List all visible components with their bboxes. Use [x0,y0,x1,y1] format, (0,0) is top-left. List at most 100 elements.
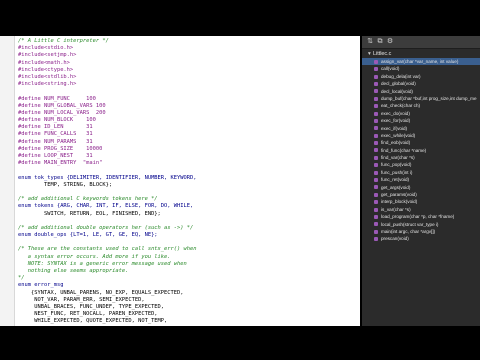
code-line[interactable]: NEST_FUNC, RET_NOCALL, PAREN_EXPECTED, [18,311,358,318]
function-icon [374,163,378,168]
function-label: func_ret(void) [381,177,410,183]
function-list-item[interactable]: is_var(char *s) [362,206,480,213]
function-list-item[interactable]: find_var(char *s) [362,154,480,161]
code-line[interactable]: #include<setjmp.h> [18,52,358,59]
code-line[interactable]: {SYNTAX, UNBAL_PARENS, NO_EXP, EQUALS_EX… [18,290,358,297]
code-line[interactable]: NOTE: SYNTAX is a generic error message … [18,261,358,268]
code-line[interactable] [18,189,358,196]
code-line[interactable]: #include<stdlib.h> [18,74,358,81]
function-label: exec_if(void) [381,125,408,131]
function-list-item[interactable]: interp_block(void) [362,198,480,205]
code-line[interactable] [18,218,358,225]
function-list-item[interactable]: get_params(void) [362,191,480,198]
function-label: exec_while(void) [381,132,416,138]
function-label: get_args(void) [381,184,411,190]
function-list-item[interactable]: exec_if(void) [362,125,480,132]
function-icon [374,59,378,64]
function-icon [374,104,378,109]
code-line[interactable]: #define ID_LEN 31 [18,124,358,131]
function-list-item[interactable]: exec_for(void) [362,117,480,124]
code-line[interactable]: */ [18,275,358,282]
function-icon [374,214,378,219]
function-icon [374,192,378,197]
function-icon [374,222,378,227]
code-line[interactable]: #define FUNC_CALLS 31 [18,131,358,138]
function-icon [374,111,378,116]
function-list-item[interactable]: eat_check(char ch) [362,102,480,109]
code-line[interactable]: #define NUM_FUNC 100 [18,96,358,103]
code-editor[interactable]: /* A Little C interpreter */#include<std… [0,36,360,326]
code-line[interactable]: SWITCH, RETURN, EOL, FINISHED, END}; [18,211,358,218]
code-line[interactable]: #define LOOP_NEST 31 [18,153,358,160]
function-list-item[interactable]: debug_dela(int var) [362,73,480,80]
function-label: exec_do(void) [381,110,410,116]
function-list-item[interactable]: func_pop(void) [362,161,480,168]
code-line[interactable]: enum tokens {ARG, CHAR, INT, IF, ELSE, F… [18,203,358,210]
code-line[interactable]: #include<math.h> [18,60,358,67]
function-label: call(void) [381,66,400,72]
function-list-item[interactable]: dump_buf(char *buf,int prog_size,int dum… [362,95,480,102]
function-list-item[interactable]: find_func(char *name) [362,147,480,154]
function-list-item[interactable]: prescan(void) [362,235,480,242]
code-line[interactable]: #define NUM_BLOCK 100 [18,117,358,124]
code-line[interactable]: nothing else seems appropriate. [18,268,358,275]
function-label: eat_check(char ch) [381,103,421,109]
tree-root-file[interactable]: ▾ Littlec.c [362,50,480,58]
code-line[interactable]: #include<ctype.h> [18,67,358,74]
code-line[interactable] [18,88,358,95]
function-label: prescan(void) [381,236,409,242]
code-line[interactable]: #include<string.h> [18,81,358,88]
code-line[interactable] [18,239,358,246]
function-icon [374,96,378,101]
function-list-item[interactable]: decl_local(void) [362,88,480,95]
code-line[interactable]: WHILE_EXPECTED, QUOTE_EXPECTED, NOT_TEMP… [18,318,358,325]
function-list-item[interactable]: find_eob(void) [362,139,480,146]
code-line[interactable]: #define NUM_GLOBAL_VARS 100 [18,103,358,110]
sort-icon[interactable]: ⇅ [366,38,374,46]
function-icon [374,81,378,86]
code-line[interactable]: #define NUM_LOCAL_VARS 200 [18,110,358,117]
code-line[interactable] [18,167,358,174]
code-line[interactable]: /* A Little C interpreter */ [18,38,358,45]
code-line[interactable]: #define PROG_SIZE 10000 [18,146,358,153]
function-label: local_push(struct var_type i) [381,221,439,227]
link-icon[interactable]: ⧉ [376,38,384,46]
code-line[interactable]: enum double_ops {LT=1, LE, GT, GE, EQ, N… [18,232,358,239]
settings-icon[interactable]: ⚙ [386,38,394,46]
code-line[interactable]: NOT_VAR, PARAM_ERR, SEMI_EXPECTED, [18,297,358,304]
function-list-item[interactable]: assign_var(char *var_name, int value) [362,58,480,66]
function-list-item[interactable]: decl_global(void) [362,80,480,87]
function-list-item[interactable]: get_args(void) [362,184,480,191]
code-line[interactable]: /* add additional C keywords tokens here… [18,196,358,203]
function-list-item[interactable]: exec_while(void) [362,132,480,139]
function-label: assign_var(char *var_name, int value) [381,59,459,64]
function-label: main(int argc, char *argv[]) [381,228,436,234]
code-line[interactable]: a syntax error occurs. Add more if you l… [18,254,358,261]
function-list-item[interactable]: load_program(char *p, char *fname) [362,213,480,220]
function-label: find_var(char *s) [381,155,415,161]
function-icon [374,67,378,72]
function-label: interp_block(void) [381,199,418,205]
code-line[interactable]: #define NUM_PARAMS 31 [18,139,358,146]
code-line[interactable]: enum tok_types {DELIMITER, IDENTIFIER, N… [18,175,358,182]
panel-toolbar: ⇅ ⧉ ⚙ [362,36,480,49]
function-list-item[interactable]: local_push(struct var_type i) [362,221,480,228]
function-list-item[interactable]: func_push(int i) [362,169,480,176]
function-list-item[interactable]: call(void) [362,65,480,72]
function-label: debug_dela(int var) [381,73,421,79]
code-area[interactable]: /* A Little C interpreter */#include<std… [18,38,358,326]
function-icon [374,178,378,183]
code-line[interactable]: TEMP, STRING, BLOCK}; [18,182,358,189]
code-line[interactable]: UNBAL_BRACES, FUNC_UNDEF, TYPE_EXPECTED, [18,304,358,311]
function-list-item[interactable]: main(int argc, char *argv[]) [362,228,480,235]
code-line[interactable]: #include<stdio.h> [18,45,358,52]
function-list-item[interactable]: exec_do(void) [362,110,480,117]
function-label: func_push(int i) [381,169,413,175]
function-icon [374,155,378,160]
code-line[interactable]: /* These are the constants used to call … [18,246,358,253]
code-line[interactable]: /* add additional double operators her (… [18,225,358,232]
function-icon [374,118,378,123]
code-line[interactable]: enum error_msg [18,282,358,289]
function-list-item[interactable]: func_ret(void) [362,176,480,183]
code-line[interactable]: #define MAIN_ENTRY "main" [18,160,358,167]
